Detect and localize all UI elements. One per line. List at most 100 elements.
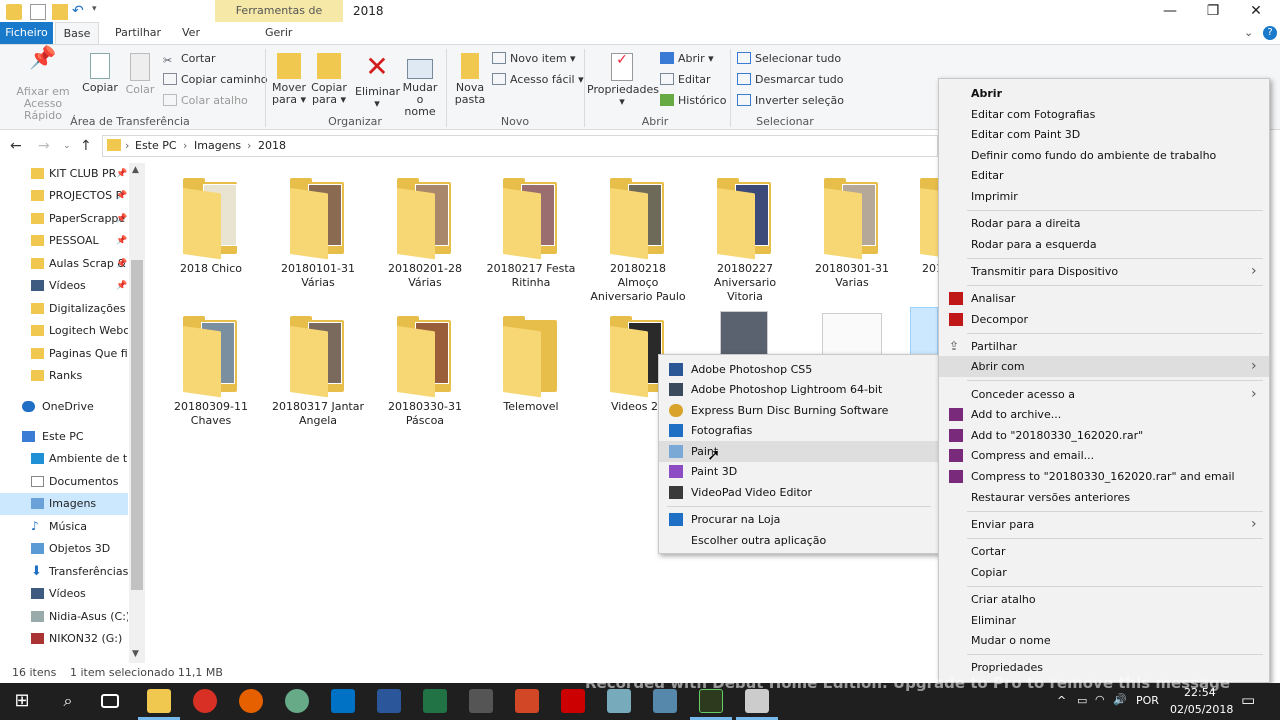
move-to-button[interactable]: Mover para ▾ [270,53,308,106]
word-icon[interactable] [377,689,401,713]
menu-add-rar[interactable]: Add to "20180330_162020.rar" [939,425,1269,446]
chrome-icon[interactable] [193,689,217,713]
open-with-photoshop[interactable]: Adobe Photoshop CS5 [659,359,939,380]
nav-scrollbar[interactable]: ▲ ▼ [129,163,145,663]
menu-edit-photos[interactable]: Editar com Fotografias [939,104,1269,125]
menu-restore-versions[interactable]: Restaurar versões anteriores [939,487,1269,508]
maximize-button[interactable]: ❐ [1193,2,1233,22]
menu-rename[interactable]: Mudar o nome [939,630,1269,651]
nav-item-ranks[interactable]: Ranks [0,365,128,387]
minimize-button[interactable]: — [1150,2,1190,22]
app-blue-icon[interactable] [607,689,631,713]
nav-item-documentos[interactable]: Documentos [0,471,128,493]
powerpoint-icon[interactable] [515,689,539,713]
tray-chevron-icon[interactable]: ^ [1057,694,1066,707]
invert-selection-button[interactable]: Inverter seleção [737,92,844,110]
search-store[interactable]: Procurar na Loja [659,509,939,530]
menu-cast-to-device[interactable]: Transmitir para Dispositivo › [939,261,1269,282]
folder-item[interactable]: 20180317 Jantar Angela [268,316,368,428]
image-thumbnail[interactable] [720,311,768,355]
folder-item[interactable]: 20180330-31 Páscoa [375,316,475,428]
cut-button[interactable]: ✂ Cortar [163,50,216,68]
menu-compress-email[interactable]: Compress and email... [939,445,1269,466]
nav-item-drive-c[interactable]: Nidia-Asus (C:) [0,606,128,628]
undo-icon[interactable]: ↶ [72,4,88,20]
up-arrow-icon[interactable]: ↑ [80,138,92,154]
folder-item[interactable]: 20180217 Festa Ritinha [481,178,581,290]
open-with-paint[interactable]: Paint [659,441,939,462]
menu-edit-paint3d[interactable]: Editar com Paint 3D [939,124,1269,145]
folder-item[interactable]: 20180309-11 Chaves [161,316,261,428]
wifi-icon[interactable]: ◠ [1095,693,1105,706]
nav-item-objetos-3d[interactable]: Objetos 3D [0,538,128,560]
notifications-icon[interactable]: ▭ [1241,691,1255,709]
selected-image-thumbnail[interactable] [910,307,938,355]
calculator-icon[interactable] [469,689,493,713]
folder-item[interactable]: 20180201-28 Várias [375,178,475,290]
nav-item-digitalizacoes[interactable]: Digitalizações [0,298,128,320]
paste-shortcut-button[interactable]: Colar atalho [163,92,248,110]
new-folder-quick-icon[interactable] [52,4,68,20]
tab-share[interactable]: Partilhar [115,22,161,44]
breadcrumb-2018[interactable]: 2018 [258,139,286,152]
excel-icon[interactable] [423,689,447,713]
menu-set-background[interactable]: Definir como fundo do ambiente de trabal… [939,145,1269,166]
address-input[interactable]: › Este PC › Imagens › 2018 [102,135,938,157]
open-with-express-burn[interactable]: Express Burn Disc Burning Software [659,400,939,421]
folder-item[interactable]: 20180301-31 Varias [802,178,902,290]
open-with-paint-3d[interactable]: Paint 3D [659,461,939,482]
app-icon[interactable] [285,689,309,713]
clock-date[interactable]: 02/05/2018 [1170,703,1233,716]
nav-item-paginas[interactable]: Paginas Que fiz [0,343,128,365]
new-folder-button[interactable]: Nova pasta [450,53,490,106]
paste-button[interactable]: Colar [122,53,158,96]
back-arrow-icon[interactable]: ← [10,138,22,154]
menu-open[interactable]: Abrir [939,83,1269,104]
scroll-up-icon[interactable]: ▲ [132,165,139,175]
network-icon[interactable]: ▭ [1077,694,1087,707]
language-indicator[interactable]: POR [1136,694,1159,707]
ribbon-expand-icon[interactable]: ⌄ [1244,22,1253,44]
delete-button[interactable]: ✕ Eliminar ▾ [355,53,400,110]
select-none-button[interactable]: Desmarcar tudo [737,71,844,89]
open-with-fotografias[interactable]: Fotografias [659,420,939,441]
nav-item-pessoal[interactable]: PESSOAL 📌 [0,230,128,252]
folder-item[interactable]: 201 [908,178,938,276]
nav-item-projectos[interactable]: PROJECTOS P 📌 [0,185,128,207]
tab-home[interactable]: Base [55,22,99,44]
folder-item[interactable]: 20180101-31 Várias [268,178,368,290]
folder-item[interactable]: 20180218 Almoço Aniversario Paulo [588,178,688,304]
menu-create-shortcut[interactable]: Criar atalho [939,589,1269,610]
open-with-lightroom[interactable]: Adobe Photoshop Lightroom 64-bit [659,379,939,400]
properties-button[interactable]: ✓ Propriedades ▾ [587,53,659,108]
breadcrumb-imagens[interactable]: Imagens [194,139,241,152]
menu-print[interactable]: Imprimir [939,186,1269,207]
tab-manage[interactable]: Gerir [265,22,292,44]
nav-item-este-pc[interactable]: Este PC [0,426,128,448]
customize-quick-access-icon[interactable]: ▾ [92,4,108,20]
tab-view[interactable]: Ver [182,22,200,44]
nav-item-imagens[interactable]: Imagens [0,493,128,515]
open-button[interactable]: Abrir ▾ [660,50,714,68]
copy-path-button[interactable]: Copiar caminho [163,71,267,89]
nav-item-videos-pinned[interactable]: Vídeos 📌 [0,275,128,297]
nav-item-aulas-scrap[interactable]: Aulas Scrap & 📌 [0,253,128,275]
recent-locations-icon[interactable]: ⌄ [63,141,71,151]
nav-item-onedrive[interactable]: OneDrive [0,396,128,418]
pin-quick-access-button[interactable]: 📌 Afixar em Acesso Rápido [4,48,82,122]
acrobat-icon[interactable] [561,689,585,713]
choose-other-app[interactable]: Escolher outra aplicação [659,530,939,551]
help-icon[interactable]: ? [1263,26,1277,40]
nav-item-musica[interactable]: ♪ Música [0,516,128,538]
task-view-icon[interactable] [101,694,119,708]
close-button[interactable]: ✕ [1236,2,1276,22]
nav-item-transferencias[interactable]: ⬇ Transferências [0,561,128,583]
recorder-icon[interactable] [745,689,769,713]
edit-button[interactable]: Editar [660,71,711,89]
nav-item-desktop[interactable]: Ambiente de tra [0,448,128,470]
menu-rotate-left[interactable]: Rodar para a esquerda [939,234,1269,255]
new-item-button[interactable]: Novo item ▾ [492,50,576,68]
forward-arrow-icon[interactable]: → [38,138,50,154]
breadcrumb-este-pc[interactable]: Este PC [135,139,177,152]
menu-shred[interactable]: Decompor [939,309,1269,330]
